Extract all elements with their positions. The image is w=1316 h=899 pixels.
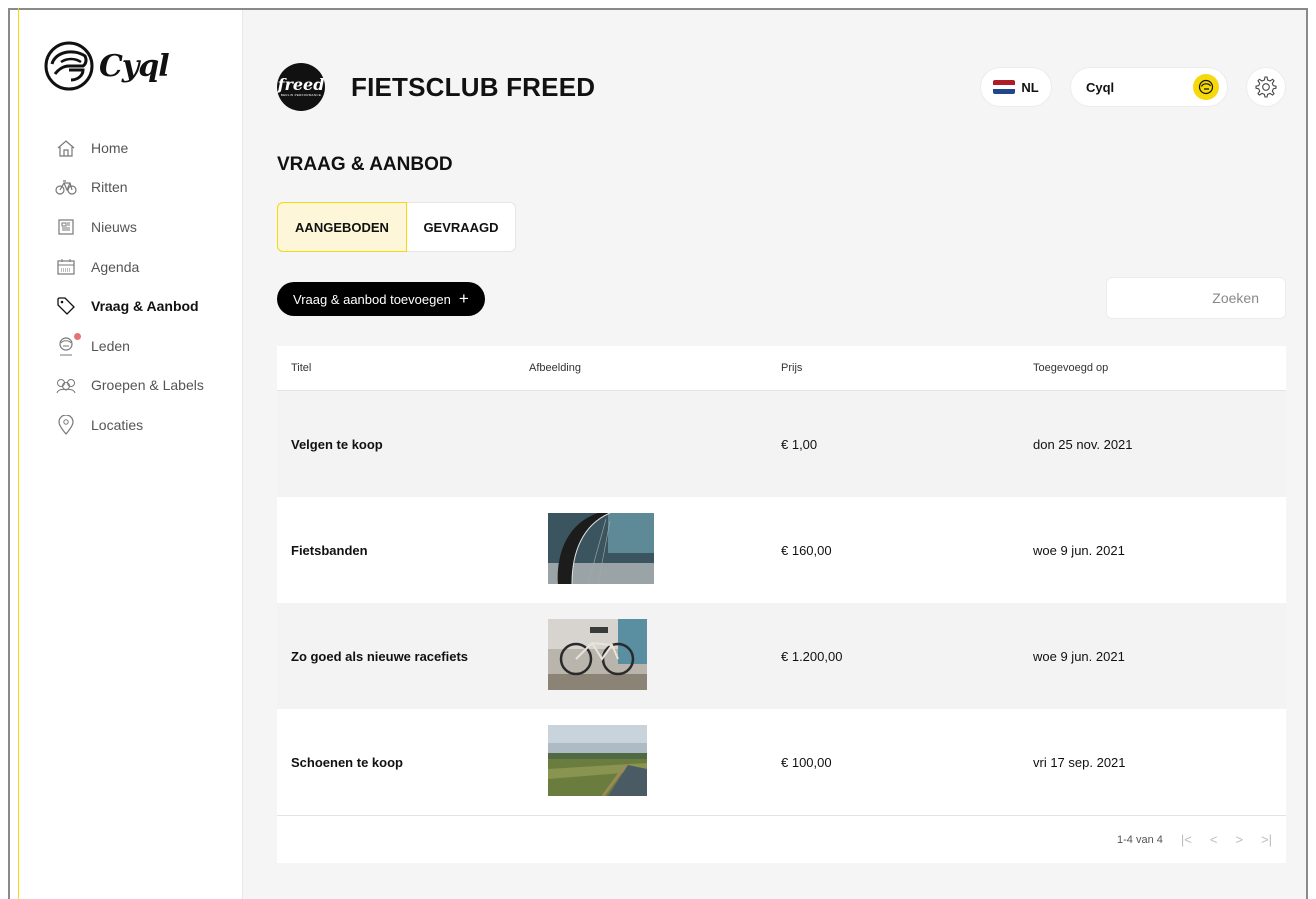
club-logo: freed BERLIN PERFORMANCE — [277, 63, 325, 111]
location-pin-icon — [55, 414, 77, 436]
column-header-prijs[interactable]: Prijs — [781, 362, 1033, 374]
landscape-photo — [548, 725, 647, 797]
first-page-button[interactable]: |< — [1181, 832, 1192, 847]
accent-line — [18, 8, 19, 899]
user-menu[interactable]: Cyql — [1070, 67, 1228, 107]
home-icon — [55, 137, 77, 159]
club-logo-subtext: BERLIN PERFORMANCE — [280, 93, 322, 97]
row-price: € 1.200,00 — [781, 648, 843, 664]
sidebar-item-label: Groepen & Labels — [91, 377, 204, 394]
sidebar-item-label: Agenda — [91, 258, 140, 275]
calendar-icon — [55, 256, 77, 278]
sidebar-item-label: Home — [91, 139, 129, 156]
sidebar: Cyql Home Ritten Nieuws Agenda Vraag & A… — [10, 10, 243, 899]
main-content: freed BERLIN PERFORMANCE FIETSCLUB FREED… — [244, 10, 1306, 899]
sidebar-item-label: Leden — [91, 337, 130, 354]
pagination: 1-4 van 4 |< < > >| — [277, 815, 1286, 863]
row-date: don 25 nov. 2021 — [1033, 436, 1133, 452]
sidebar-item-vraag-aanbod[interactable]: Vraag & Aanbod — [55, 286, 204, 326]
bike-icon — [55, 176, 77, 198]
tire-photo — [548, 512, 654, 585]
row-price: € 1,00 — [781, 436, 818, 452]
pagination-range: 1-4 van 4 — [1117, 833, 1163, 846]
search-input[interactable] — [1106, 277, 1286, 319]
club-logo-text: freed — [277, 75, 325, 94]
table-row[interactable]: Fietsbanden € 160,00 woe 9 jun. 2021 — [277, 497, 1286, 603]
row-price: € 160,00 — [781, 542, 832, 558]
sidebar-item-label: Nieuws — [91, 218, 137, 235]
row-date: woe 9 jun. 2021 — [1033, 648, 1125, 664]
gear-icon — [1255, 76, 1277, 98]
row-image-cell — [529, 725, 781, 799]
tab-aangeboden[interactable]: AANGEBODEN — [277, 202, 407, 252]
sidebar-item-groepen-labels[interactable]: Groepen & Labels — [55, 366, 204, 406]
helmet-avatar-icon — [1198, 79, 1214, 95]
row-title: Zo goed als nieuwe racefiets — [291, 648, 468, 664]
sidebar-item-ritten[interactable]: Ritten — [55, 168, 204, 208]
settings-button[interactable] — [1246, 67, 1286, 107]
tab-bar: AANGEBODEN GEVRAAGD — [277, 202, 516, 252]
row-title: Fietsbanden — [291, 542, 368, 558]
sidebar-item-locaties[interactable]: Locaties — [55, 405, 204, 445]
row-price: € 100,00 — [781, 754, 832, 770]
club-name: FIETSCLUB FREED — [351, 72, 596, 102]
sidebar-item-leden[interactable]: Leden — [55, 326, 204, 366]
dutch-flag-icon — [993, 80, 1016, 94]
add-offer-button-label: Vraag & aanbod toevoegen — [293, 291, 451, 307]
sidebar-item-label: Ritten — [91, 179, 128, 196]
app-logo-text: Cyql — [99, 48, 170, 84]
sidebar-item-label: Vraag & Aanbod — [91, 298, 199, 315]
row-image-cell — [529, 619, 781, 693]
page-title: VRAAG & AANBOD — [277, 154, 453, 175]
sidebar-nav: Home Ritten Nieuws Agenda Vraag & Aanbod… — [55, 128, 204, 445]
language-selector[interactable]: NL — [980, 67, 1052, 107]
user-name: Cyql — [1086, 79, 1115, 95]
notification-dot — [74, 332, 81, 340]
row-title: Velgen te koop — [291, 436, 383, 452]
offers-table: Titel Afbeelding Prijs Toegevoegd op Vel… — [277, 346, 1286, 863]
tag-icon — [55, 295, 77, 317]
row-date: vri 17 sep. 2021 — [1033, 754, 1126, 770]
newspaper-icon — [55, 216, 77, 238]
column-header-afbeelding[interactable]: Afbeelding — [529, 362, 781, 374]
sidebar-item-nieuws[interactable]: Nieuws — [55, 207, 204, 247]
member-icon — [55, 332, 81, 357]
previous-page-button[interactable]: < — [1210, 832, 1218, 847]
language-label: NL — [1021, 79, 1039, 95]
group-icon — [55, 374, 77, 396]
table-row[interactable]: Schoenen te koop € 100,00 vri 17 sep. 20… — [277, 709, 1286, 815]
helmet-logo-icon — [44, 41, 94, 91]
racebike-photo — [548, 619, 647, 690]
sidebar-item-home[interactable]: Home — [55, 128, 204, 168]
row-date: woe 9 jun. 2021 — [1033, 542, 1125, 558]
table-row[interactable]: Velgen te koop € 1,00 don 25 nov. 2021 — [277, 391, 1286, 497]
add-offer-button[interactable]: Vraag & aanbod toevoegen + — [277, 282, 485, 316]
row-image-cell — [529, 512, 781, 587]
table-row[interactable]: Zo goed als nieuwe racefiets € 1.200,00 — [277, 603, 1286, 709]
tab-gevraagd[interactable]: GEVRAAGD — [407, 202, 516, 252]
user-avatar — [1193, 74, 1219, 100]
next-page-button[interactable]: > — [1235, 832, 1243, 847]
sidebar-item-label: Locaties — [91, 416, 144, 433]
sidebar-item-agenda[interactable]: Agenda — [55, 247, 204, 287]
row-title: Schoenen te koop — [291, 754, 403, 770]
plus-icon: + — [458, 289, 469, 308]
table-header: Titel Afbeelding Prijs Toegevoegd op — [277, 346, 1286, 391]
column-header-toegevoegd-op[interactable]: Toegevoegd op — [1033, 362, 1286, 374]
app-logo[interactable]: Cyql — [43, 40, 170, 92]
last-page-button[interactable]: >| — [1261, 832, 1272, 847]
column-header-titel[interactable]: Titel — [277, 362, 529, 374]
